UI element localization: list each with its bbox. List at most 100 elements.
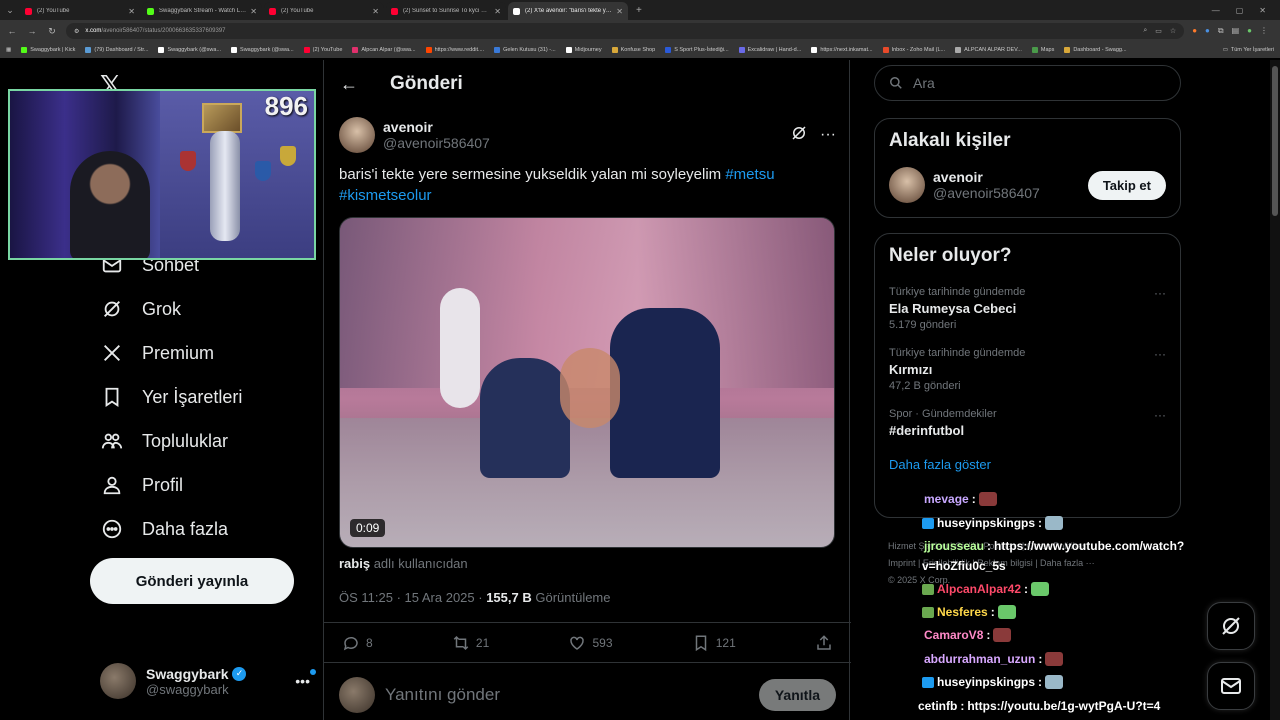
nav-item-profile[interactable]: Profil [100,470,183,500]
browser-tab[interactable]: (2) YouTube ✕ [20,2,140,20]
profile-avatar-icon[interactable]: ● [1247,26,1252,36]
grok-fab[interactable] [1207,602,1255,650]
repost-action[interactable]: 21 [452,634,489,652]
new-tab-button[interactable]: + [630,5,648,16]
bookmark-item[interactable]: S Sport Plus-İstediği... [665,47,729,53]
bookmark-item[interactable]: Midjourney [565,47,602,53]
tab-close-icon[interactable]: ✕ [372,7,379,16]
reply-input[interactable]: Yanıtını gönder [385,685,749,705]
account-switcher[interactable]: Swaggybark ✓ @swaggybark ••• [100,663,316,699]
bookmark-item[interactable]: Swaggybark (@swa... [231,47,294,53]
nav-item-more-circle[interactable]: Daha fazla [100,514,228,544]
chat-message: v=hoZfiu0c_5s [922,559,1006,573]
reply-button[interactable]: Yanıtla [758,679,836,711]
bookmark-item[interactable]: Excalidraw | Hand-d... [738,47,801,53]
follow-button[interactable]: Takip et [1087,170,1166,200]
more-dots-icon[interactable]: ··· [1154,408,1166,422]
tab-close-icon[interactable]: ✕ [494,7,501,16]
site-info-icon[interactable]: ⚙ [74,28,79,35]
bookmark-item[interactable]: https://www.reddit.... [425,47,484,53]
like-action[interactable]: 593 [568,634,613,652]
nav-item-bookmark[interactable]: Yer İşaretleri [100,382,242,412]
minimize-icon[interactable]: — [1212,6,1220,15]
bookmark-item[interactable]: Inbox - Zoho Mail (L... [882,47,946,53]
reply-action[interactable]: 8 [342,634,373,652]
more-dots-icon[interactable]: ··· [1154,286,1166,300]
trend-item[interactable]: Türkiye tarihinde gündemde Kırmızı 47,2 B … [875,339,1180,400]
tab-close-icon[interactable]: ✕ [616,7,623,16]
back-arrow-icon[interactable]: ← [340,74,360,95]
video-player[interactable]: 0:09 [339,217,835,548]
page-scrollbar[interactable] [1270,60,1280,720]
tab-search-icon[interactable]: ⌄ [0,0,20,20]
bookmark-item[interactable]: Konfuse Shop [611,47,655,53]
browser-tab[interactable]: (2) X'te avenoir: "baris'i tekte ye... ✕ [508,2,628,20]
bookmark-item[interactable]: Swaggybark (@swa... [158,47,221,53]
author-avatar[interactable] [339,117,375,153]
nav-item-communities[interactable]: Topluluklar [100,426,228,456]
search-input[interactable]: Ara [874,65,1181,101]
hashtag-link[interactable]: #kismetseolur [339,187,432,204]
related-person-name: avenoir [933,169,983,185]
show-more-link[interactable]: Daha fazla göster [875,449,1180,480]
close-window-icon[interactable]: ✕ [1259,6,1266,15]
forward-icon[interactable]: → [26,26,38,36]
bookmark-label: Inbox - Zoho Mail (L... [891,47,946,53]
sidebar-icon[interactable]: ▤ [1232,26,1240,36]
extension-icon[interactable]: ● [1192,26,1197,36]
chat-username[interactable]: abdurrahman_uzun [924,652,1035,666]
browser-tab[interactable]: (2) YouTube ✕ [264,2,384,20]
share-action[interactable] [815,634,833,652]
back-icon[interactable]: ← [6,26,18,36]
bookmark-item[interactable]: Alpcan Alpar (@swa... [352,47,416,53]
chat-username[interactable]: mevage [924,492,969,506]
reload-icon[interactable]: ↻ [46,26,58,37]
bookmark-item[interactable]: Swaggybark | Kick [21,47,75,53]
cast-icon[interactable]: ▭ [1155,27,1162,35]
more-dots-icon[interactable]: ••• [295,669,316,689]
apps-icon[interactable]: ▦ [6,47,11,53]
zoom-icon[interactable]: ⌕ [1143,27,1147,35]
post-button[interactable]: Gönderi yayınla [90,558,294,604]
chat-username[interactable]: CamaroV8 [924,628,983,642]
chat-username[interactable]: cetinfb [918,699,957,713]
trend-item[interactable]: Türkiye tarihinde gündemde Ela Rumeysa Ce… [875,278,1180,339]
browser-tab[interactable]: Swaggybark Stream - Watch Li... ✕ [142,2,262,20]
bookmark-action[interactable]: 121 [692,634,736,652]
extensions-icon[interactable]: ⧉ [1218,26,1224,36]
chat-username[interactable]: Nesferes [937,605,988,619]
extension-icon[interactable]: ● [1205,26,1210,36]
bookmark-item[interactable]: Dashboard - Swagg... [1064,47,1127,53]
maximize-icon[interactable]: ▢ [1236,6,1244,15]
tab-close-icon[interactable]: ✕ [128,7,135,16]
attribution-user[interactable]: rabiş [339,556,370,571]
chat-username[interactable]: huseyinpskingps [937,516,1035,530]
bookmark-item[interactable]: (2) YouTube [303,47,342,53]
trend-item[interactable]: Spor · Gündemdekiler #derinfutbol ··· [875,400,1180,449]
hashtag-link[interactable]: #metsu [725,166,774,183]
more-dots-icon[interactable]: ··· [1154,347,1166,361]
grok-icon[interactable] [790,124,808,147]
related-person[interactable]: avenoir @avenoir586407 Takip et [875,163,1180,217]
bookmark-item[interactable]: Gelen Kutusu (31) -... [494,47,556,53]
author-handle[interactable]: @avenoir586407 [383,135,490,151]
browser-tab[interactable]: (2) Sunset to Sunrise To kyci Cit... ✕ [386,2,506,20]
messages-fab[interactable] [1207,662,1255,710]
nav-item-grok[interactable]: Grok [100,294,181,324]
all-bookmarks[interactable]: ▭ Tüm Yer İşaretleri [1223,47,1274,53]
chat-username[interactable]: huseyinpskingps [937,675,1035,689]
menu-icon[interactable]: ⋮ [1260,26,1268,36]
nav-item-x[interactable]: Premium [100,338,214,368]
url-input[interactable]: ⚙ x.com/avenoir586407/status/20006636353… [66,23,1185,39]
chat-username[interactable]: AlpcanAlpar42 [937,582,1021,596]
bookmark-item[interactable]: (79) Dashboard / Str... [85,47,148,53]
author-name[interactable]: avenoir [383,119,490,135]
star-icon[interactable]: ☆ [1170,27,1176,35]
tweet-time[interactable]: ÖS 11:25 · 15 Ara 2025 · [339,590,486,605]
bookmark-item[interactable]: Maps [1031,47,1054,53]
bookmark-item[interactable]: https://next.inkamat... [811,47,873,53]
more-dots-icon[interactable]: ··· [820,126,836,144]
tab-close-icon[interactable]: ✕ [250,7,257,16]
bookmark-item[interactable]: ALPCAN ALPAR DEV... [955,47,1022,53]
chat-username[interactable]: jjrousseau [924,539,984,553]
